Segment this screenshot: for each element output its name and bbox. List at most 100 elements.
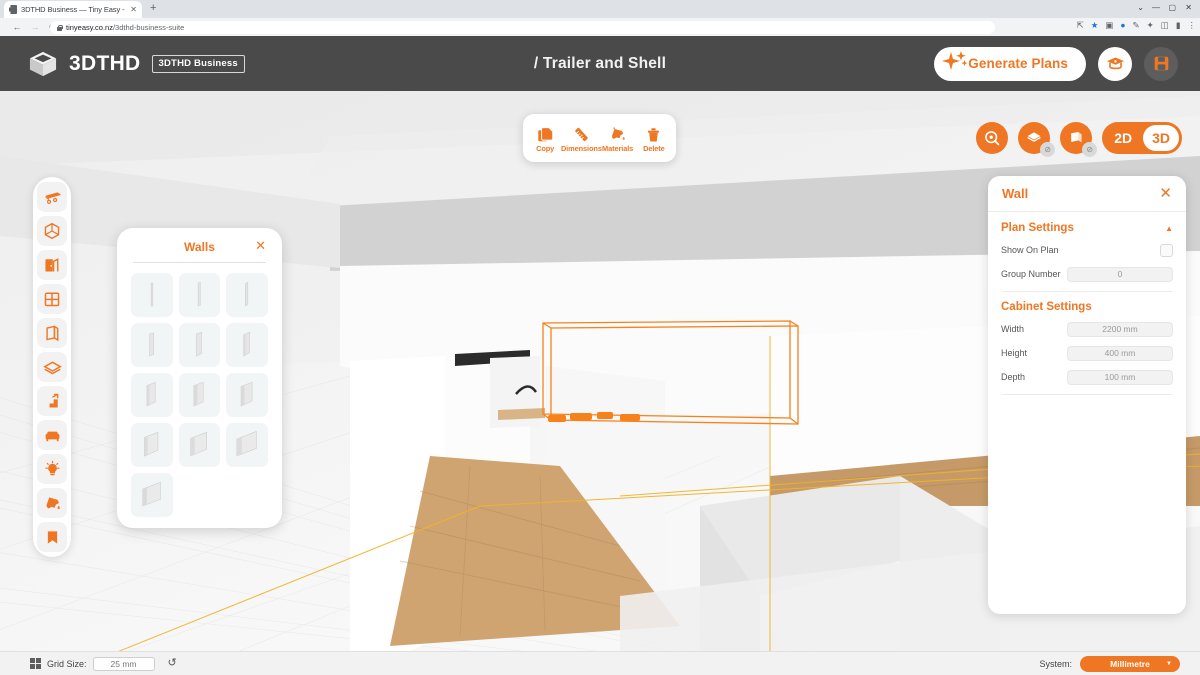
- row-label: Show On Plan: [1001, 245, 1059, 255]
- save-button[interactable]: [1144, 46, 1178, 81]
- toolbar-dimensions[interactable]: Dimensions: [560, 124, 602, 153]
- roof-icon: [1027, 132, 1041, 142]
- browser-tab[interactable]: 3DTHD Business — Tiny Easy - T ✕: [4, 1, 142, 18]
- width-input[interactable]: 2200 mm: [1067, 321, 1173, 337]
- tab-close-icon[interactable]: ✕: [130, 5, 137, 14]
- profile-icon[interactable]: ▮: [1176, 21, 1181, 30]
- sidebar-item-walls[interactable]: [37, 318, 67, 348]
- pen-icon[interactable]: ✎: [1133, 21, 1140, 30]
- wall-thumb[interactable]: [226, 373, 268, 417]
- wall-thumb[interactable]: [226, 423, 268, 467]
- tab-strip: 3DTHD Business — Tiny Easy - T ✕ + ⌄ — ▢…: [0, 0, 1200, 18]
- height-input[interactable]: 400 mm: [1067, 345, 1173, 361]
- row-show-on-plan: Show On Plan: [1001, 240, 1173, 260]
- share-icon[interactable]: ⇱: [1077, 21, 1084, 30]
- status-bar: Grid Size: 25 mm ↺ System: Millimetre ▼: [0, 651, 1200, 675]
- section-divider-2: [1002, 394, 1172, 395]
- wall-thumb[interactable]: [178, 423, 221, 467]
- section-header-plan[interactable]: Plan Settings ▲: [1001, 222, 1173, 234]
- section-header-cabinet[interactable]: Cabinet Settings: [1001, 301, 1173, 313]
- app-header: 3DTHD 3DTHD Business / Trailer and Shell…: [0, 36, 1200, 91]
- properties-close-icon[interactable]: ✕: [1159, 186, 1172, 201]
- sidebar-item-materials[interactable]: [37, 488, 67, 518]
- chevron-down-icon[interactable]: ⌄: [1137, 4, 1144, 12]
- system-select[interactable]: Millimetre ▼: [1080, 655, 1180, 672]
- group-number-input[interactable]: 0: [1067, 266, 1173, 282]
- ruler-icon: [573, 124, 590, 143]
- sidebar-item-stairs[interactable]: [37, 386, 67, 416]
- wall-thumb[interactable]: [178, 373, 221, 417]
- toggle-3d[interactable]: 3D: [1143, 125, 1179, 151]
- url-text: tinyeasy.co.nz/3dthd-business-suite: [66, 23, 185, 32]
- walls-panel: Walls ✕: [117, 228, 282, 528]
- wall-thumb[interactable]: [226, 273, 268, 317]
- window-maximize-icon[interactable]: ▢: [1168, 4, 1176, 12]
- wall-thumb[interactable]: [131, 373, 173, 417]
- extension-icon[interactable]: ✦: [1147, 21, 1154, 30]
- star-icon[interactable]: ★: [1091, 21, 1099, 30]
- row-depth: Depth 100 mm: [1001, 367, 1173, 387]
- walls-icon: [1071, 132, 1082, 143]
- wall-thumb[interactable]: [131, 323, 173, 367]
- measure-tool-button[interactable]: [976, 122, 1009, 154]
- trailer-icon: [45, 191, 61, 204]
- grid-size-input[interactable]: 25 mm: [92, 656, 155, 671]
- sidebar-item-lighting[interactable]: [37, 454, 67, 484]
- dimension-toggle[interactable]: 2D 3D: [1102, 122, 1182, 154]
- hide-walls-button[interactable]: ⊘: [1060, 122, 1098, 157]
- camera-icon[interactable]: ▣: [1105, 21, 1113, 30]
- row-height: Height 400 mm: [1001, 343, 1173, 363]
- toolbar-delete[interactable]: Delete: [636, 124, 672, 153]
- depth-input[interactable]: 100 mm: [1067, 369, 1173, 385]
- sidebar-item-trailer[interactable]: [37, 182, 67, 212]
- back-icon[interactable]: ←: [8, 22, 26, 32]
- wall-thumb[interactable]: [178, 273, 221, 317]
- walls-panel-close-icon[interactable]: ✕: [255, 239, 266, 252]
- sidebar-item-windows[interactable]: [37, 284, 67, 314]
- generate-plans-button[interactable]: Generate Plans: [934, 46, 1086, 81]
- toggle-2d[interactable]: 2D: [1105, 125, 1141, 151]
- grid-size-label: Grid Size:: [47, 658, 87, 669]
- cube-logo-icon: [28, 50, 58, 78]
- chevron-down-icon: ▼: [1166, 660, 1172, 667]
- grid-size-group: Grid Size: 25 mm ↺: [30, 656, 177, 671]
- row-label: Height: [1001, 348, 1028, 358]
- menu-icon[interactable]: ⋮: [1188, 21, 1197, 30]
- sidepanel-icon[interactable]: ◫: [1161, 21, 1169, 30]
- toolbar-dimensions-label: Dimensions: [560, 143, 602, 153]
- copy-icon: [537, 124, 554, 143]
- bookmark-icon: [47, 530, 57, 544]
- learn-button[interactable]: [1098, 46, 1132, 81]
- address-bar[interactable]: tinyeasy.co.nz/3dthd-business-suite: [50, 21, 995, 34]
- hide-roof-button[interactable]: ⊘: [1018, 122, 1056, 157]
- circle-icon[interactable]: ●: [1120, 21, 1125, 30]
- show-on-plan-checkbox[interactable]: [1160, 243, 1173, 257]
- door-icon: [45, 258, 59, 272]
- forward-icon[interactable]: →: [26, 22, 44, 32]
- wall-thumb[interactable]: [131, 473, 173, 517]
- sidebar-item-furniture[interactable]: [37, 420, 67, 450]
- wall-thumb[interactable]: [178, 323, 221, 367]
- reset-icon[interactable]: ↺: [168, 658, 177, 669]
- brand[interactable]: 3DTHD 3DTHD Business: [28, 50, 245, 78]
- sidebar-item-roof[interactable]: [37, 352, 67, 382]
- sidebar-item-bookmarks[interactable]: [37, 522, 67, 552]
- sidebar-item-doors[interactable]: [37, 250, 67, 280]
- window-close-icon[interactable]: ✕: [1185, 4, 1192, 12]
- new-tab-button[interactable]: +: [150, 3, 156, 14]
- section-title-cabinet: Cabinet Settings: [1001, 301, 1092, 313]
- wall-thumb[interactable]: [131, 423, 173, 467]
- wall-thumb[interactable]: [226, 323, 268, 367]
- wall-thumb[interactable]: [131, 273, 173, 317]
- app-root: 3DTHD Business — Tiny Easy - T ✕ + ⌄ — ▢…: [0, 0, 1200, 675]
- tool-sidebar: [33, 177, 71, 557]
- window-minimize-icon[interactable]: —: [1152, 4, 1160, 12]
- grid-icon: [30, 658, 41, 669]
- roof-layer-icon: [42, 360, 62, 374]
- sidebar-item-shell[interactable]: [37, 216, 67, 246]
- toolbar-materials[interactable]: Materials: [600, 124, 636, 153]
- toolbar-copy[interactable]: Copy: [527, 124, 563, 153]
- favicon-icon: [9, 5, 17, 14]
- viewport-3d[interactable]: 3DTHD 3DTHD Business / Trailer and Shell…: [0, 36, 1200, 675]
- chevron-up-icon[interactable]: ▲: [1165, 224, 1173, 233]
